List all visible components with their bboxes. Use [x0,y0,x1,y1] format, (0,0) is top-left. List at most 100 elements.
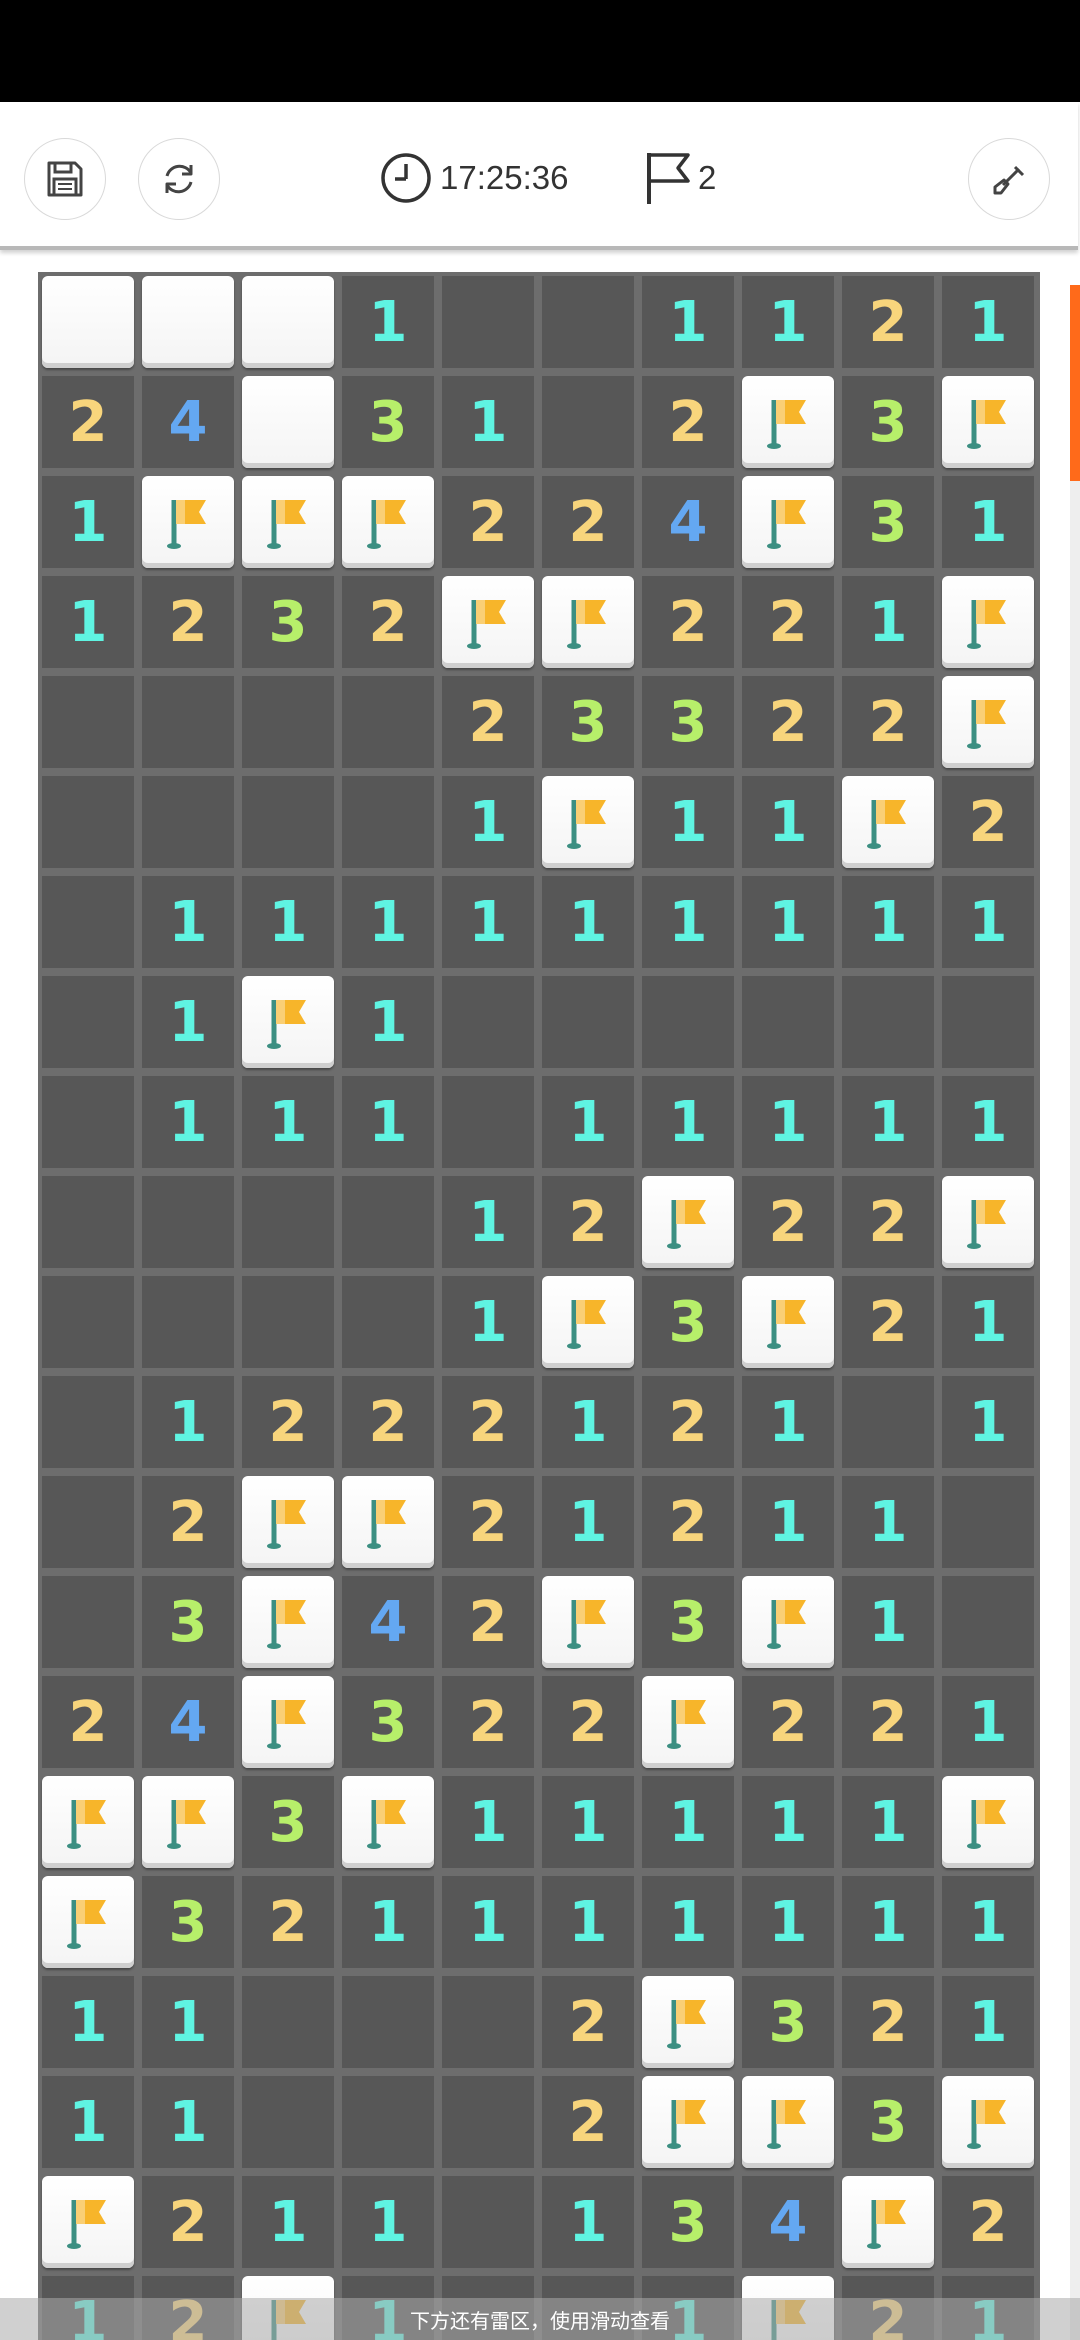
empty-cell[interactable] [42,776,134,868]
empty-cell[interactable] [42,1276,134,1368]
number-cell[interactable]: 1 [642,1876,734,1968]
number-cell[interactable]: 1 [842,1476,934,1568]
empty-cell[interactable] [142,1276,234,1368]
number-cell[interactable]: 2 [942,2176,1034,2268]
number-cell[interactable]: 2 [742,1176,834,1268]
number-cell[interactable]: 2 [742,576,834,668]
number-cell[interactable]: 3 [842,376,934,468]
number-cell[interactable]: 2 [342,1376,434,1468]
empty-cell[interactable] [42,1576,134,1668]
number-cell[interactable]: 1 [642,1076,734,1168]
number-cell[interactable]: 1 [142,976,234,1068]
empty-cell[interactable] [42,676,134,768]
empty-cell[interactable] [442,1976,534,2068]
flagged-cell[interactable] [742,2076,834,2168]
number-cell[interactable]: 1 [142,1076,234,1168]
number-cell[interactable]: 1 [542,1376,634,1468]
number-cell[interactable]: 1 [742,776,834,868]
covered-cell[interactable] [242,376,334,468]
number-cell[interactable]: 2 [442,476,534,568]
number-cell[interactable]: 2 [842,1176,934,1268]
number-cell[interactable]: 2 [42,1676,134,1768]
empty-cell[interactable] [842,976,934,1068]
number-cell[interactable]: 1 [842,1076,934,1168]
flagged-cell[interactable] [142,476,234,568]
empty-cell[interactable] [442,1076,534,1168]
number-cell[interactable]: 1 [342,1076,434,1168]
flagged-cell[interactable] [642,2076,734,2168]
empty-cell[interactable] [942,976,1034,1068]
flagged-cell[interactable] [242,476,334,568]
number-cell[interactable]: 1 [642,776,734,868]
number-cell[interactable]: 1 [642,876,734,968]
number-cell[interactable]: 2 [442,1376,534,1468]
number-cell[interactable]: 1 [342,276,434,368]
number-cell[interactable]: 3 [642,2176,734,2268]
flagged-cell[interactable] [242,1676,334,1768]
empty-cell[interactable] [542,376,634,468]
number-cell[interactable]: 2 [642,1376,734,1468]
empty-cell[interactable] [242,1976,334,2068]
number-cell[interactable]: 1 [442,376,534,468]
number-cell[interactable]: 2 [842,276,934,368]
number-cell[interactable]: 1 [742,1476,834,1568]
empty-cell[interactable] [342,1976,434,2068]
number-cell[interactable]: 2 [542,1176,634,1268]
empty-cell[interactable] [342,776,434,868]
flagged-cell[interactable] [642,1676,734,1768]
number-cell[interactable]: 1 [742,1376,834,1468]
number-cell[interactable]: 1 [442,776,534,868]
flagged-cell[interactable] [542,776,634,868]
empty-cell[interactable] [442,2176,534,2268]
number-cell[interactable]: 2 [442,1576,534,1668]
covered-cell[interactable] [242,276,334,368]
number-cell[interactable]: 1 [842,1776,934,1868]
empty-cell[interactable] [242,776,334,868]
flagged-cell[interactable] [742,376,834,468]
empty-cell[interactable] [342,1176,434,1268]
empty-cell[interactable] [442,2076,534,2168]
number-cell[interactable]: 1 [42,576,134,668]
number-cell[interactable]: 4 [742,2176,834,2268]
number-cell[interactable]: 3 [642,1276,734,1368]
number-cell[interactable]: 4 [342,1576,434,1668]
empty-cell[interactable] [542,276,634,368]
number-cell[interactable]: 2 [642,576,734,668]
empty-cell[interactable] [742,976,834,1068]
number-cell[interactable]: 2 [342,576,434,668]
number-cell[interactable]: 2 [442,676,534,768]
number-cell[interactable]: 3 [342,376,434,468]
number-cell[interactable]: 1 [142,2076,234,2168]
empty-cell[interactable] [442,276,534,368]
empty-cell[interactable] [642,976,734,1068]
number-cell[interactable]: 2 [842,1676,934,1768]
empty-cell[interactable] [42,976,134,1068]
flagged-cell[interactable] [942,1776,1034,1868]
number-cell[interactable]: 1 [42,1976,134,2068]
number-cell[interactable]: 1 [542,1476,634,1568]
number-cell[interactable]: 3 [842,476,934,568]
number-cell[interactable]: 1 [942,276,1034,368]
number-cell[interactable]: 1 [542,1876,634,1968]
flagged-cell[interactable] [842,776,934,868]
scrollbar-thumb[interactable] [1070,285,1080,481]
number-cell[interactable]: 2 [142,2176,234,2268]
empty-cell[interactable] [242,1176,334,1268]
number-cell[interactable]: 1 [542,1076,634,1168]
empty-cell[interactable] [342,676,434,768]
flagged-cell[interactable] [542,576,634,668]
number-cell[interactable]: 4 [142,376,234,468]
number-cell[interactable]: 1 [342,1876,434,1968]
number-cell[interactable]: 1 [542,2176,634,2268]
number-cell[interactable]: 1 [42,476,134,568]
number-cell[interactable]: 2 [942,776,1034,868]
number-cell[interactable]: 1 [442,876,534,968]
flagged-cell[interactable] [842,2176,934,2268]
number-cell[interactable]: 1 [842,876,934,968]
number-cell[interactable]: 2 [842,1976,934,2068]
number-cell[interactable]: 3 [142,1576,234,1668]
empty-cell[interactable] [942,1476,1034,1568]
empty-cell[interactable] [142,676,234,768]
number-cell[interactable]: 1 [942,1076,1034,1168]
empty-cell[interactable] [242,1276,334,1368]
